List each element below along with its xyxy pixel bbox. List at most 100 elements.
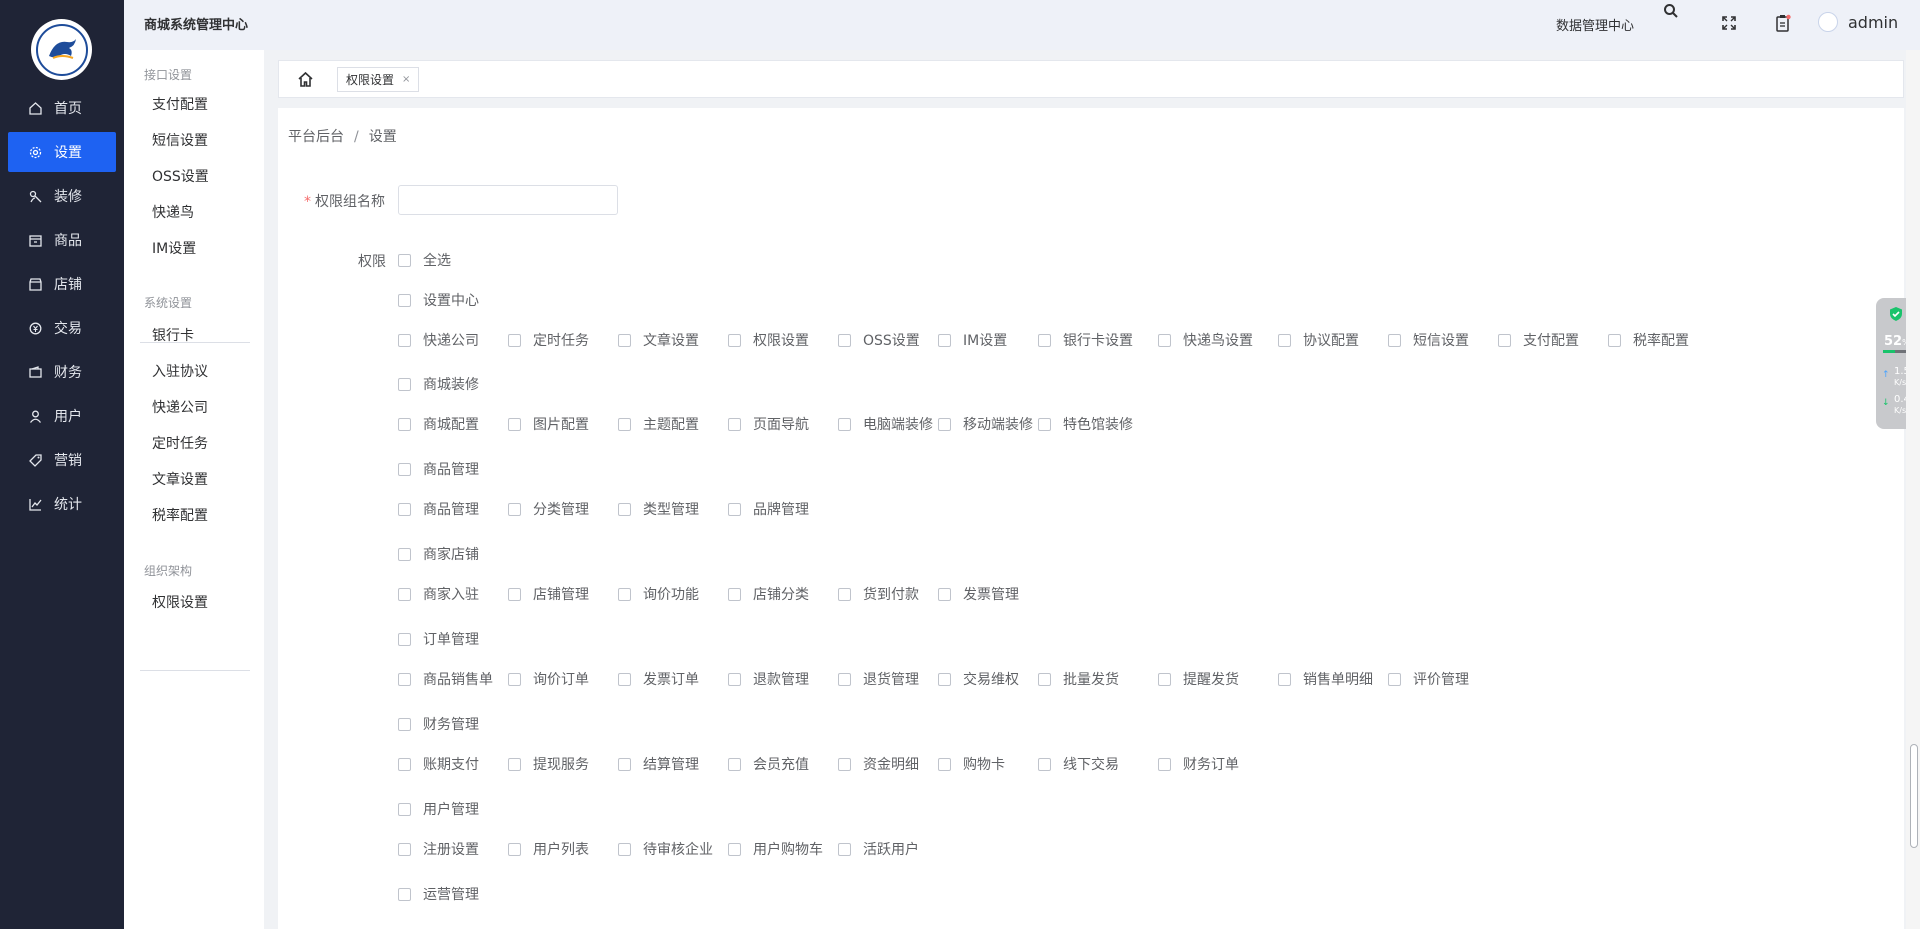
permission-item-checkbox[interactable]: 货到付款 [838, 584, 919, 604]
permission-item-checkbox[interactable]: 商品销售单 [398, 669, 493, 689]
checkbox[interactable] [838, 672, 851, 686]
checkbox[interactable] [398, 717, 411, 731]
permission-item-checkbox[interactable]: 退货管理 [838, 669, 919, 689]
checkbox[interactable] [838, 757, 851, 771]
permission-item-checkbox[interactable]: 线下交易 [1038, 754, 1119, 774]
checkbox[interactable] [838, 587, 851, 601]
permission-group-checkbox[interactable]: 商家店铺 [398, 544, 479, 564]
select-all-checkbox[interactable]: 全选 [398, 250, 451, 270]
permission-group-checkbox[interactable]: 运营管理 [398, 884, 479, 904]
checkbox[interactable] [728, 842, 741, 856]
permission-item-checkbox[interactable]: 页面导航 [728, 414, 809, 434]
permission-item-checkbox[interactable]: 定时任务 [508, 330, 589, 350]
permission-item-checkbox[interactable]: 协议配置 [1278, 330, 1359, 350]
checkbox[interactable] [508, 333, 521, 347]
home-icon[interactable] [297, 71, 314, 88]
user-menu[interactable]: admin [1818, 10, 1898, 34]
permission-group-checkbox[interactable]: 商城装修 [398, 374, 479, 394]
checkbox[interactable] [398, 842, 411, 856]
checkbox[interactable] [1278, 333, 1291, 347]
permission-item-checkbox[interactable]: 退款管理 [728, 669, 809, 689]
nav-item-1[interactable]: 设置 [8, 132, 116, 172]
permission-item-checkbox[interactable]: 分类管理 [508, 499, 589, 519]
checkbox[interactable] [398, 253, 411, 267]
permission-item-checkbox[interactable]: 主题配置 [618, 414, 699, 434]
page-scrollbar[interactable] [1906, 50, 1920, 929]
permission-item-checkbox[interactable]: 评价管理 [1388, 669, 1469, 689]
permission-item-checkbox[interactable]: 批量发货 [1038, 669, 1119, 689]
permission-item-checkbox[interactable]: 税率配置 [1608, 330, 1689, 350]
checkbox[interactable] [1038, 333, 1051, 347]
nav-item-4[interactable]: 店铺 [8, 264, 116, 304]
subnav-item[interactable]: 快递公司 [152, 397, 208, 417]
permission-item-checkbox[interactable]: 移动端装修 [938, 414, 1033, 434]
checkbox[interactable] [398, 333, 411, 347]
subnav-item[interactable]: 定时任务 [152, 433, 208, 453]
permission-item-checkbox[interactable]: 发票订单 [618, 669, 699, 689]
checkbox[interactable] [398, 377, 411, 391]
permission-item-checkbox[interactable]: 提醒发货 [1158, 669, 1239, 689]
checkbox[interactable] [508, 757, 521, 771]
data-center-link[interactable]: 数据管理中心 [1556, 15, 1634, 34]
permission-item-checkbox[interactable]: 品牌管理 [728, 499, 809, 519]
checkbox[interactable] [618, 502, 631, 516]
checkbox[interactable] [398, 547, 411, 561]
brand-logo[interactable] [31, 19, 92, 80]
subnav-item[interactable]: 权限设置 [152, 592, 208, 612]
checkbox[interactable] [1608, 333, 1621, 347]
permission-item-checkbox[interactable]: 会员充值 [728, 754, 809, 774]
checkbox[interactable] [618, 417, 631, 431]
checkbox[interactable] [618, 672, 631, 686]
subnav-item[interactable]: IM设置 [152, 238, 196, 258]
nav-item-2[interactable]: 装修 [8, 176, 116, 216]
subnav-item[interactable]: 短信设置 [152, 130, 208, 150]
checkbox[interactable] [1158, 757, 1171, 771]
permission-item-checkbox[interactable]: 用户列表 [508, 839, 589, 859]
checkbox[interactable] [938, 333, 951, 347]
checkbox[interactable] [508, 672, 521, 686]
subnav-item[interactable]: 支付配置 [152, 94, 208, 114]
permission-group-checkbox[interactable]: 商品管理 [398, 459, 479, 479]
checkbox[interactable] [728, 757, 741, 771]
checkbox[interactable] [728, 502, 741, 516]
permission-item-checkbox[interactable]: 交易维权 [938, 669, 1019, 689]
checkbox[interactable] [1158, 333, 1171, 347]
permission-group-checkbox[interactable]: 财务管理 [398, 714, 479, 734]
checkbox[interactable] [1038, 672, 1051, 686]
permission-item-checkbox[interactable]: 特色馆装修 [1038, 414, 1133, 434]
permission-item-checkbox[interactable]: IM设置 [938, 330, 1007, 350]
close-icon[interactable]: × [402, 74, 410, 85]
tab-permission-settings[interactable]: 权限设置 × [337, 67, 420, 92]
breadcrumb-item[interactable]: 平台后台 [288, 129, 344, 145]
permission-item-checkbox[interactable]: 询价功能 [618, 584, 699, 604]
permission-item-checkbox[interactable]: 商城配置 [398, 414, 479, 434]
permission-item-checkbox[interactable]: 店铺分类 [728, 584, 809, 604]
permission-item-checkbox[interactable]: 银行卡设置 [1038, 330, 1133, 350]
checkbox[interactable] [1388, 672, 1401, 686]
permission-group-checkbox[interactable]: 设置中心 [398, 290, 479, 310]
checkbox[interactable] [508, 417, 521, 431]
permission-item-checkbox[interactable]: 电脑端装修 [838, 414, 933, 434]
checkbox[interactable] [398, 887, 411, 901]
checkbox[interactable] [938, 417, 951, 431]
permission-item-checkbox[interactable]: 快递鸟设置 [1158, 330, 1253, 350]
checkbox[interactable] [508, 842, 521, 856]
permission-item-checkbox[interactable]: 资金明细 [838, 754, 919, 774]
checkbox[interactable] [398, 417, 411, 431]
permission-group-name-input[interactable] [398, 185, 618, 215]
subnav-item[interactable]: 快递鸟 [152, 202, 194, 222]
permission-item-checkbox[interactable]: 快递公司 [398, 330, 479, 350]
checkbox[interactable] [398, 672, 411, 686]
checkbox[interactable] [938, 587, 951, 601]
fullscreen-icon[interactable] [1720, 14, 1738, 32]
checkbox[interactable] [728, 587, 741, 601]
permission-item-checkbox[interactable]: 类型管理 [618, 499, 699, 519]
checkbox[interactable] [618, 842, 631, 856]
checkbox[interactable] [838, 417, 851, 431]
checkbox[interactable] [398, 757, 411, 771]
nav-item-5[interactable]: 交易 [8, 308, 116, 348]
permission-group-checkbox[interactable]: 订单管理 [398, 629, 479, 649]
checkbox[interactable] [508, 502, 521, 516]
permission-item-checkbox[interactable]: 发票管理 [938, 584, 1019, 604]
checkbox[interactable] [728, 417, 741, 431]
